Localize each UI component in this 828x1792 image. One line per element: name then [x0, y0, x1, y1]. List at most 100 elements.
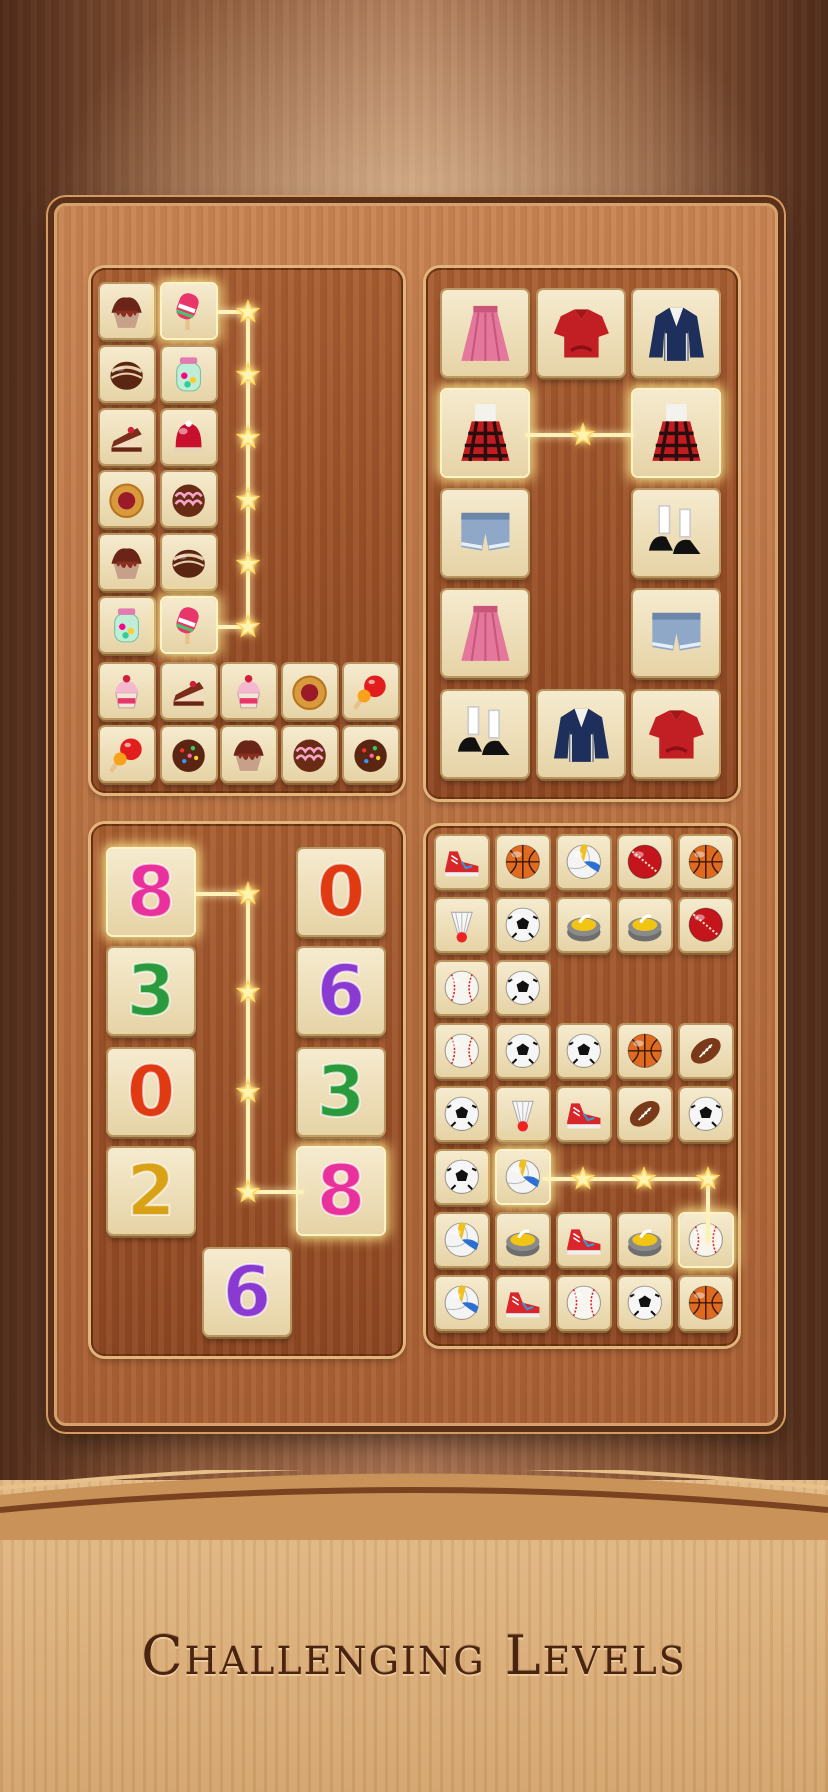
tile-frosted-donut-icon[interactable] [283, 727, 337, 781]
tile-volleyball-icon[interactable] [436, 1214, 488, 1266]
number-tile-3[interactable]: 3 [108, 948, 194, 1034]
tile-popsicle-icon[interactable] [162, 284, 216, 338]
caption-title: Challenging Levels [141, 1624, 687, 1687]
number-tile-3[interactable]: 3 [298, 1049, 384, 1135]
tile-plaid-dress-icon[interactable] [633, 390, 719, 476]
number-glyph: 6 [222, 1251, 273, 1333]
number-glyph: 2 [126, 1150, 177, 1232]
tile-navy-jacket-icon[interactable] [538, 691, 624, 777]
tile-mary-jane-shoes-icon[interactable] [633, 490, 719, 576]
tile-sneaker-icon[interactable] [558, 1088, 610, 1140]
tile-truffle-icon[interactable] [100, 347, 154, 401]
tile-candy-apple-icon[interactable] [100, 727, 154, 781]
number-tile-6[interactable]: 6 [298, 948, 384, 1034]
tile-volleyball-icon[interactable] [497, 1151, 549, 1203]
tile-sundae-cup-icon[interactable] [100, 664, 154, 718]
tile-sneaker-icon[interactable] [436, 836, 488, 888]
tile-volleyball-icon[interactable] [436, 1277, 488, 1329]
tile-soccer-ball-icon[interactable] [619, 1277, 671, 1329]
number-tile-8[interactable]: 8 [298, 1148, 384, 1234]
tile-cake-slice-icon[interactable] [162, 664, 216, 718]
sneaker-icon [441, 841, 483, 883]
tile-chocolate-cupcake-icon[interactable] [100, 535, 154, 589]
number-glyph: 0 [126, 1051, 177, 1133]
tile-basketball-icon[interactable] [680, 836, 732, 888]
tile-red-blouse-icon[interactable] [633, 691, 719, 777]
tile-curling-stone-icon[interactable] [558, 899, 610, 951]
tile-soccer-ball-icon[interactable] [497, 1025, 549, 1077]
tile-jam-cookie-icon[interactable] [283, 664, 337, 718]
tile-sprinkle-cookie-icon[interactable] [344, 727, 398, 781]
popsicle-icon [167, 603, 210, 646]
tile-cake-slice-icon[interactable] [100, 410, 154, 464]
tile-baseball-icon[interactable] [680, 1214, 732, 1266]
tile-chocolate-cupcake-icon[interactable] [100, 284, 154, 338]
shuttlecock-icon [441, 904, 483, 946]
tile-pink-skirt-icon[interactable] [442, 590, 528, 676]
tile-plaid-dress-icon[interactable] [442, 390, 528, 476]
tile-sneaker-icon[interactable] [497, 1277, 549, 1329]
shuttlecock-icon [502, 1093, 544, 1135]
tile-baseball-icon[interactable] [436, 962, 488, 1014]
tile-curling-stone-icon[interactable] [619, 1214, 671, 1266]
tile-basketball-icon[interactable] [497, 836, 549, 888]
number-tile-8[interactable]: 8 [108, 849, 194, 935]
tile-denim-shorts-icon[interactable] [633, 590, 719, 676]
tile-soccer-ball-icon[interactable] [436, 1088, 488, 1140]
number-tile-0[interactable]: 0 [298, 849, 384, 935]
tile-shuttlecock-icon[interactable] [497, 1088, 549, 1140]
tile-popsicle-icon[interactable] [162, 598, 216, 652]
baseball-icon [441, 967, 483, 1009]
tile-frosted-donut-icon[interactable] [162, 472, 216, 526]
tile-candy-apple-icon[interactable] [344, 664, 398, 718]
tile-sundae-cup-icon[interactable] [222, 664, 276, 718]
sundae-cup-icon [227, 669, 270, 712]
tile-mary-jane-shoes-icon[interactable] [442, 691, 528, 777]
tile-soccer-ball-icon[interactable] [680, 1088, 732, 1140]
tile-denim-shorts-icon[interactable] [442, 490, 528, 576]
tile-soccer-ball-icon[interactable] [497, 962, 549, 1014]
tile-chocolate-cupcake-icon[interactable] [222, 727, 276, 781]
tile-candy-jar-icon[interactable] [162, 347, 216, 401]
mary-jane-shoes-icon [451, 700, 520, 769]
tile-football-icon[interactable] [680, 1025, 732, 1077]
tile-baseball-icon[interactable] [558, 1277, 610, 1329]
tile-basketball-icon[interactable] [619, 1025, 671, 1077]
tile-soccer-ball-icon[interactable] [436, 1151, 488, 1203]
tile-cricket-ball-icon[interactable] [619, 836, 671, 888]
sprinkle-cookie-icon [349, 732, 392, 775]
number-tile-6[interactable]: 6 [204, 1249, 290, 1335]
tile-baseball-icon[interactable] [436, 1025, 488, 1077]
number-glyph: 3 [126, 950, 177, 1032]
tile-basketball-icon[interactable] [680, 1277, 732, 1329]
tile-pink-skirt-icon[interactable] [442, 290, 528, 376]
tile-curling-stone-icon[interactable] [497, 1214, 549, 1266]
tile-navy-jacket-icon[interactable] [633, 290, 719, 376]
curling-stone-icon [563, 904, 605, 946]
pink-skirt-icon [451, 599, 520, 668]
tile-volleyball-icon[interactable] [558, 836, 610, 888]
volleyball-icon [563, 841, 605, 883]
sprinkle-cookie-icon [167, 732, 210, 775]
number-tile-2[interactable]: 2 [108, 1148, 194, 1234]
tile-shuttlecock-icon[interactable] [436, 899, 488, 951]
red-blouse-icon [547, 299, 616, 368]
tile-sneaker-icon[interactable] [558, 1214, 610, 1266]
tile-sprinkle-cookie-icon[interactable] [162, 727, 216, 781]
tile-jam-cookie-icon[interactable] [100, 472, 154, 526]
number-tile-0[interactable]: 0 [108, 1049, 194, 1135]
sneaker-icon [563, 1219, 605, 1261]
tile-soccer-ball-icon[interactable] [497, 899, 549, 951]
tile-football-icon[interactable] [619, 1088, 671, 1140]
candy-jar-icon [105, 603, 148, 646]
tile-red-blouse-icon[interactable] [538, 290, 624, 376]
tile-soccer-ball-icon[interactable] [558, 1025, 610, 1077]
tile-jelly-dome-icon[interactable] [162, 410, 216, 464]
tile-candy-jar-icon[interactable] [100, 598, 154, 652]
tile-truffle-icon[interactable] [162, 535, 216, 589]
volleyball-icon [502, 1156, 544, 1198]
tile-cricket-ball-icon[interactable] [680, 899, 732, 951]
tile-curling-stone-icon[interactable] [619, 899, 671, 951]
jelly-dome-icon [167, 415, 210, 458]
baseball-icon [441, 1030, 483, 1072]
